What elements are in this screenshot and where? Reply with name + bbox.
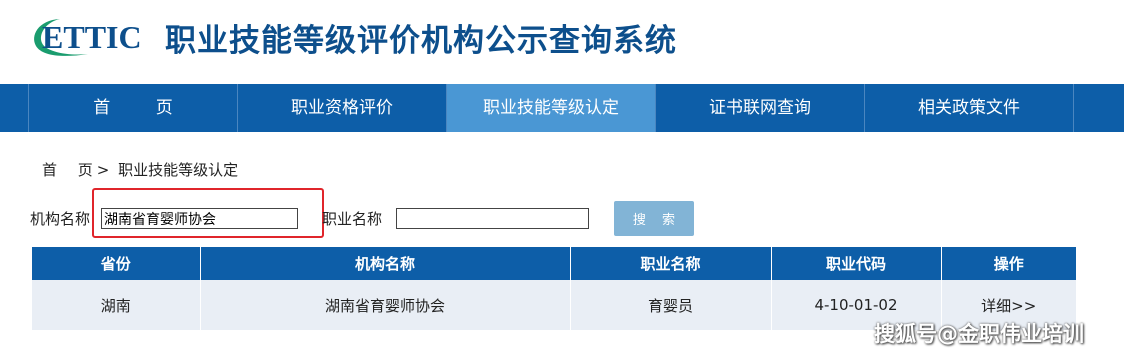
search-button[interactable]: 搜 索	[614, 201, 694, 236]
logo-text: ETTIC	[42, 19, 142, 55]
nav-item-policy-documents[interactable]: 相关政策文件	[865, 84, 1074, 132]
breadcrumb-separator: >	[96, 161, 110, 179]
breadcrumb: 首 页> 职业技能等级认定	[42, 159, 238, 180]
breadcrumb-current: 职业技能等级认定	[118, 161, 239, 179]
header: ETTIC 职业技能等级评价机构公示查询系统	[0, 0, 1124, 84]
cell-job-name: 育婴员	[570, 280, 772, 330]
nav-item-qualification-evaluation[interactable]: 职业资格评价	[238, 84, 447, 132]
detail-link[interactable]: 详细>>	[981, 297, 1036, 315]
breadcrumb-home[interactable]: 首 页	[42, 161, 101, 179]
nav-item-home[interactable]: 首 页	[29, 84, 238, 132]
col-header-action: 操作	[941, 247, 1076, 280]
cell-province: 湖南	[32, 280, 201, 330]
col-header-province: 省份	[32, 247, 201, 280]
cell-org-name: 湖南省育婴师协会	[200, 280, 571, 330]
col-header-job-name: 职业名称	[570, 247, 772, 280]
site-title: 职业技能等级评价机构公示查询系统	[165, 23, 677, 59]
job-name-input[interactable]	[396, 208, 589, 229]
nav-item-skill-level-certification[interactable]: 职业技能等级认定	[447, 84, 656, 132]
search-form: 机构名称 职业名称 搜 索	[0, 188, 1124, 240]
table-header-row: 省份 机构名称 职业名称 职业代码 操作	[32, 247, 1076, 280]
nav-item-certificate-query[interactable]: 证书联网查询	[656, 84, 865, 132]
col-header-org-name: 机构名称	[200, 247, 571, 280]
org-name-input[interactable]	[101, 208, 298, 229]
watermark: 搜狐号@金职伟业培训	[874, 322, 1084, 346]
org-name-label: 机构名称	[30, 210, 91, 228]
ettic-logo[interactable]: ETTIC	[30, 12, 150, 62]
col-header-job-code: 职业代码	[771, 247, 942, 280]
main-nav: 首 页 职业资格评价 职业技能等级认定 证书联网查询 相关政策文件	[0, 84, 1124, 132]
job-name-label: 职业名称	[322, 210, 383, 228]
